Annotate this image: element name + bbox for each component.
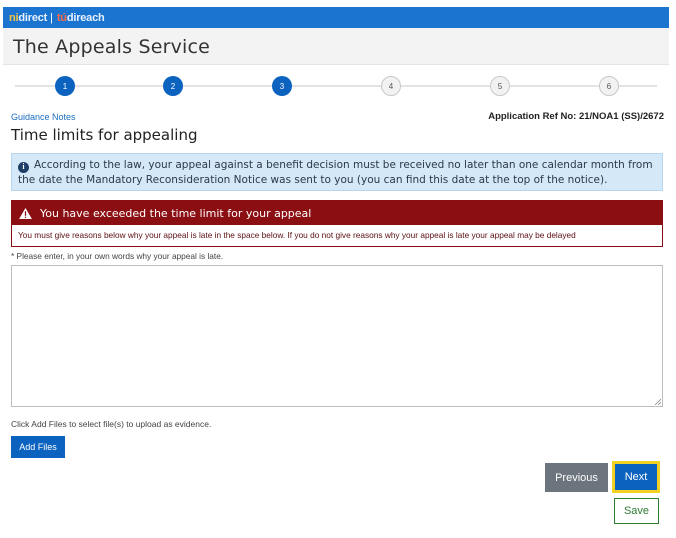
page-title: Time limits for appealing [11, 126, 198, 144]
upload-hint: Click Add Files to select file(s) to upl… [11, 419, 212, 429]
next-button[interactable]: Next [612, 461, 660, 493]
step-2[interactable]: 2 [163, 76, 183, 96]
alert-header: You have exceeded the time limit for you… [12, 201, 662, 225]
step-3[interactable]: 3 [272, 76, 292, 96]
logo-direct: direct [18, 11, 48, 24]
add-files-button[interactable]: Add Files [11, 436, 65, 458]
warning-triangle-icon [19, 207, 32, 219]
logo-tu: tú [56, 11, 67, 24]
info-text: According to the law, your appeal agains… [18, 159, 653, 186]
nidirect-logo[interactable]: ni direct | tú direach [9, 10, 105, 25]
logo-ni: ni [9, 11, 19, 24]
previous-button[interactable]: Previous [545, 463, 608, 492]
service-title: The Appeals Service [13, 36, 211, 58]
progress-stepper: 1 2 3 4 5 6 [3, 70, 669, 100]
reason-label: * Please enter, in your own words why yo… [11, 251, 224, 261]
alert-heading: You have exceeded the time limit for you… [40, 206, 312, 220]
top-brand-bar: ni direct | tú direach [3, 7, 669, 28]
info-circle-icon: i [18, 161, 29, 173]
step-5: 5 [490, 76, 510, 96]
time-limit-alert: You have exceeded the time limit for you… [11, 200, 663, 247]
application-ref: Application Ref No: 21/NOA1 (SS)/2672 [488, 111, 664, 122]
guidance-notes-link[interactable]: Guidance Notes [11, 112, 76, 122]
step-6: 6 [599, 76, 619, 96]
logo-direach: direach [66, 11, 105, 24]
save-button[interactable]: Save [614, 498, 659, 524]
info-box: i According to the law, your appeal again… [11, 153, 663, 191]
step-4: 4 [381, 76, 401, 96]
late-reason-textarea[interactable] [11, 265, 663, 407]
service-header: The Appeals Service [3, 28, 669, 65]
stepper-track [15, 85, 657, 87]
alert-body: You must give reasons below why your app… [18, 230, 576, 240]
step-1[interactable]: 1 [55, 76, 75, 96]
